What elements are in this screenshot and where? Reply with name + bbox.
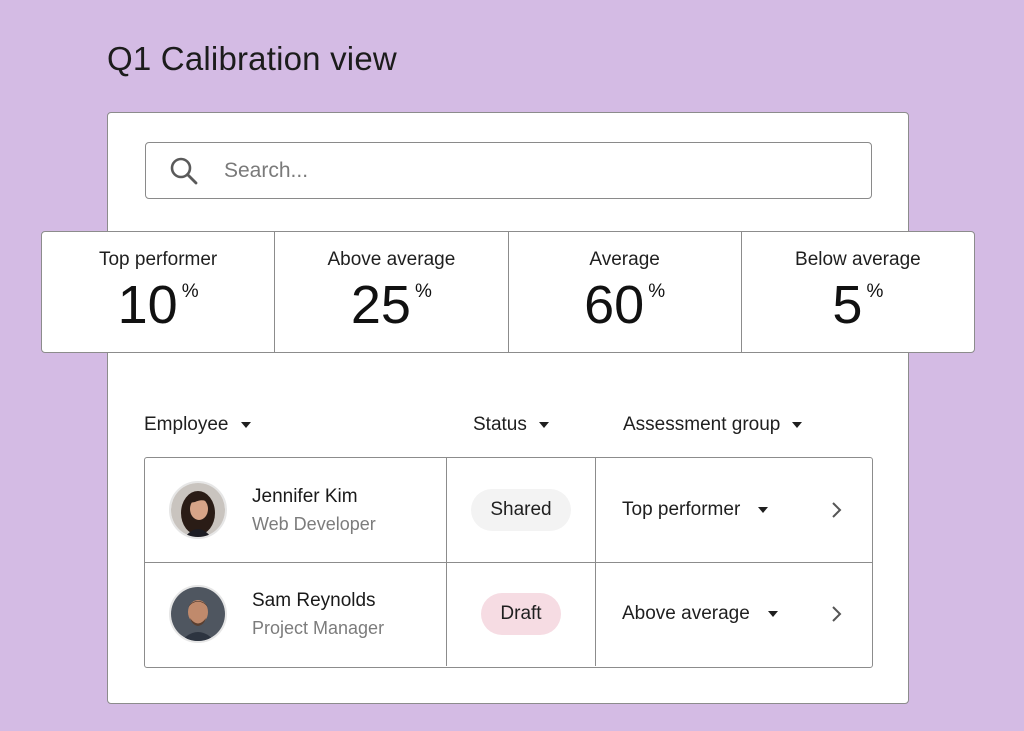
caret-down-icon <box>240 422 251 428</box>
employee-name: Sam Reynolds <box>252 589 376 611</box>
table-row[interactable]: Jennifer Kim Web Developer Shared Top pe… <box>145 458 872 563</box>
employee-role: Project Manager <box>252 617 385 638</box>
chevron-right-icon[interactable] <box>826 604 846 624</box>
stat-unit: % <box>181 281 199 302</box>
avatar <box>169 481 227 539</box>
stat-label: Average <box>589 249 660 270</box>
employee-table: Jennifer Kim Web Developer Shared Top pe… <box>144 457 873 668</box>
search-icon <box>168 155 200 187</box>
caret-down-icon <box>538 422 549 428</box>
status-cell: Draft <box>447 562 596 666</box>
status-badge: Shared <box>471 489 571 531</box>
assessment-group-cell: Above average <box>596 562 872 666</box>
column-header-label: Assessment group <box>623 414 781 435</box>
table-row[interactable]: Sam Reynolds Project Manager Draft Above… <box>145 562 872 666</box>
column-header-assessment-group[interactable]: Assessment group <box>623 414 803 436</box>
page-title: Q1 Calibration view <box>107 40 397 77</box>
column-header-employee[interactable]: Employee <box>144 414 251 436</box>
search-input[interactable] <box>222 157 826 184</box>
assessment-group-value: Top performer <box>622 499 741 520</box>
assessment-group-dropdown[interactable]: Top performer <box>622 499 769 521</box>
stat-value: 25 <box>350 275 411 335</box>
employee-role: Web Developer <box>252 513 376 534</box>
assessment-group-value: Above average <box>622 603 750 624</box>
stat-label: Above average <box>327 249 456 270</box>
status-cell: Shared <box>447 458 596 562</box>
search-box[interactable] <box>145 142 872 199</box>
stat-value: 60 <box>584 275 645 335</box>
employee-name: Jennifer Kim <box>252 485 358 507</box>
avatar <box>169 585 227 643</box>
assessment-group-dropdown[interactable]: Above average <box>622 603 778 625</box>
caret-down-icon <box>758 507 769 513</box>
column-header-status[interactable]: Status <box>473 414 549 436</box>
stat-average: Average 60 % <box>509 232 742 352</box>
stat-unit: % <box>648 281 666 302</box>
caret-down-icon <box>767 611 778 617</box>
employee-cell: Jennifer Kim Web Developer <box>145 458 447 562</box>
column-header-label: Status <box>473 414 527 435</box>
stat-above-average: Above average 25 % <box>275 232 509 352</box>
column-header-label: Employee <box>144 414 229 435</box>
stat-value: 5 <box>832 275 863 335</box>
status-badge: Draft <box>481 593 561 635</box>
chevron-right-icon[interactable] <box>826 500 846 520</box>
stat-unit: % <box>414 281 432 302</box>
stat-below-average: Below average 5 % <box>742 232 974 352</box>
stat-label: Below average <box>795 249 921 270</box>
distribution-stats: Top performer 10 % Above average 25 % Av… <box>41 231 975 353</box>
assessment-group-cell: Top performer <box>596 458 872 562</box>
stat-value: 10 <box>117 275 178 335</box>
employee-cell: Sam Reynolds Project Manager <box>145 562 447 666</box>
stat-unit: % <box>866 281 884 302</box>
stat-label: Top performer <box>98 249 218 270</box>
caret-down-icon <box>792 422 803 428</box>
stat-top-performer: Top performer 10 % <box>42 232 276 352</box>
